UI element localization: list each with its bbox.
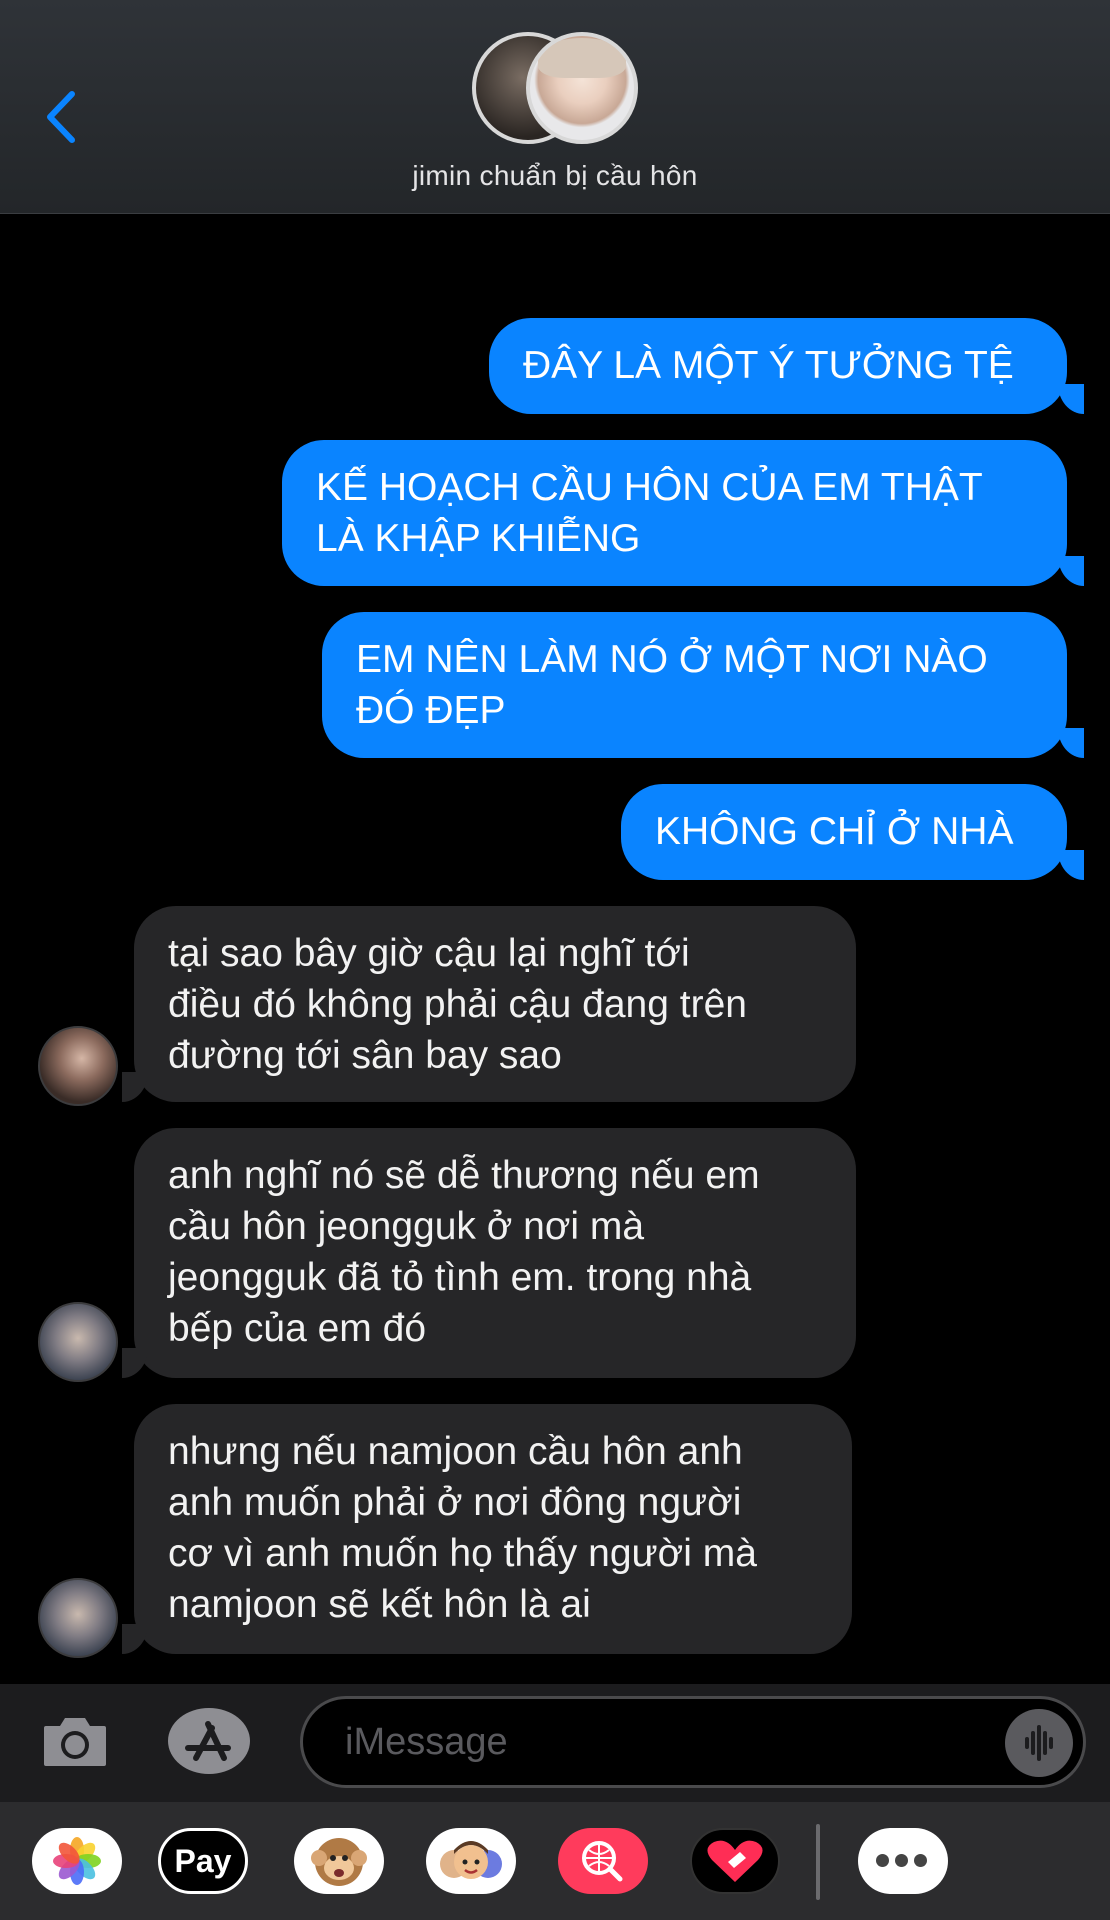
drawer-divider (816, 1824, 820, 1900)
message-bubble-incoming[interactable]: anh nghĩ nó sẽ dễ thương nếu em cầu hôn … (134, 1128, 856, 1378)
bubble-tail (122, 1624, 148, 1654)
bubble-tail (1058, 850, 1084, 880)
app-store-icon[interactable] (168, 1708, 250, 1774)
sender-avatar[interactable] (38, 1026, 118, 1106)
more-icon[interactable] (858, 1828, 948, 1894)
sender-avatar[interactable] (38, 1302, 118, 1382)
conversation-header: jimin chuẩn bị cầu hôn (0, 0, 1110, 214)
composer-bar: iMessage (0, 1684, 1110, 1802)
message-line: ĐÂY LÀ MỘT Ý TƯỞNG TỆ (523, 344, 1014, 387)
message-bubble-outgoing[interactable]: KHÔNG CHỈ Ở NHÀ (621, 784, 1067, 880)
message-line: KẾ HOẠCH CẦU HÔN CỦA EM THẬT (316, 466, 983, 509)
message-line: bếp của em đó (168, 1307, 427, 1350)
web-search-icon[interactable] (558, 1828, 648, 1894)
animoji-icon[interactable] (294, 1828, 384, 1894)
sender-avatar[interactable] (38, 1578, 118, 1658)
message-line: cầu hôn jeongguk ở nơi mà (168, 1205, 645, 1248)
message-line: anh nghĩ nó sẽ dễ thương nếu em (168, 1154, 760, 1197)
bubble-tail (122, 1072, 148, 1102)
camera-icon[interactable] (40, 1710, 110, 1772)
bubble-tail (1058, 728, 1084, 758)
back-chevron-icon[interactable] (40, 86, 84, 148)
message-line: jeongguk đã tỏ tình em. trong nhà (168, 1256, 752, 1299)
message-input-placeholder: iMessage (345, 1721, 508, 1763)
audio-waveform-icon[interactable] (1005, 1709, 1073, 1777)
message-line: ĐÓ ĐẸP (356, 689, 506, 732)
photos-icon[interactable] (32, 1828, 122, 1894)
bubble-tail (1058, 384, 1084, 414)
memoji-icon[interactable] (426, 1828, 516, 1894)
apple-pay-label: Pay (174, 1843, 232, 1879)
message-line: điều đó không phải cậu đang trên (168, 983, 747, 1026)
message-bubble-outgoing[interactable]: KẾ HOẠCH CẦU HÔN CỦA EM THẬT LÀ KHẬP KHI… (282, 440, 1067, 586)
digital-touch-icon[interactable] (690, 1828, 780, 1894)
bubble-tail (1058, 556, 1084, 586)
group-avatars[interactable] (472, 32, 638, 144)
message-line: KHÔNG CHỈ Ở NHÀ (655, 810, 1014, 853)
message-line: tại sao bây giờ cậu lại nghĩ tới (168, 932, 690, 975)
message-line: LÀ KHẬP KHIỄNG (316, 517, 641, 560)
bubble-tail (122, 1348, 148, 1378)
app-drawer: Pay (0, 1802, 1110, 1920)
message-bubble-outgoing[interactable]: EM NÊN LÀM NÓ Ở MỘT NƠI NÀO ĐÓ ĐẸP (322, 612, 1067, 758)
message-line: anh muốn phải ở nơi đông người (168, 1481, 742, 1524)
group-name[interactable]: jimin chuẩn bị cầu hôn (0, 160, 1110, 192)
message-bubble-incoming[interactable]: nhưng nếu namjoon cầu hôn anh anh muốn p… (134, 1404, 852, 1654)
group-avatar-front (526, 32, 638, 144)
message-line: cơ vì anh muốn họ thấy người mà (168, 1532, 757, 1575)
message-bubble-incoming[interactable]: tại sao bây giờ cậu lại nghĩ tới điều đó… (134, 906, 856, 1102)
message-bubble-outgoing[interactable]: ĐÂY LÀ MỘT Ý TƯỞNG TỆ (489, 318, 1067, 414)
message-line: đường tới sân bay sao (168, 1034, 562, 1077)
message-line: nhưng nếu namjoon cầu hôn anh (168, 1430, 743, 1473)
message-input[interactable]: iMessage (300, 1696, 1086, 1788)
message-line: namjoon sẽ kết hôn là ai (168, 1583, 591, 1626)
apple-pay-icon[interactable]: Pay (158, 1828, 248, 1894)
message-line: EM NÊN LÀM NÓ Ở MỘT NƠI NÀO (356, 638, 988, 681)
